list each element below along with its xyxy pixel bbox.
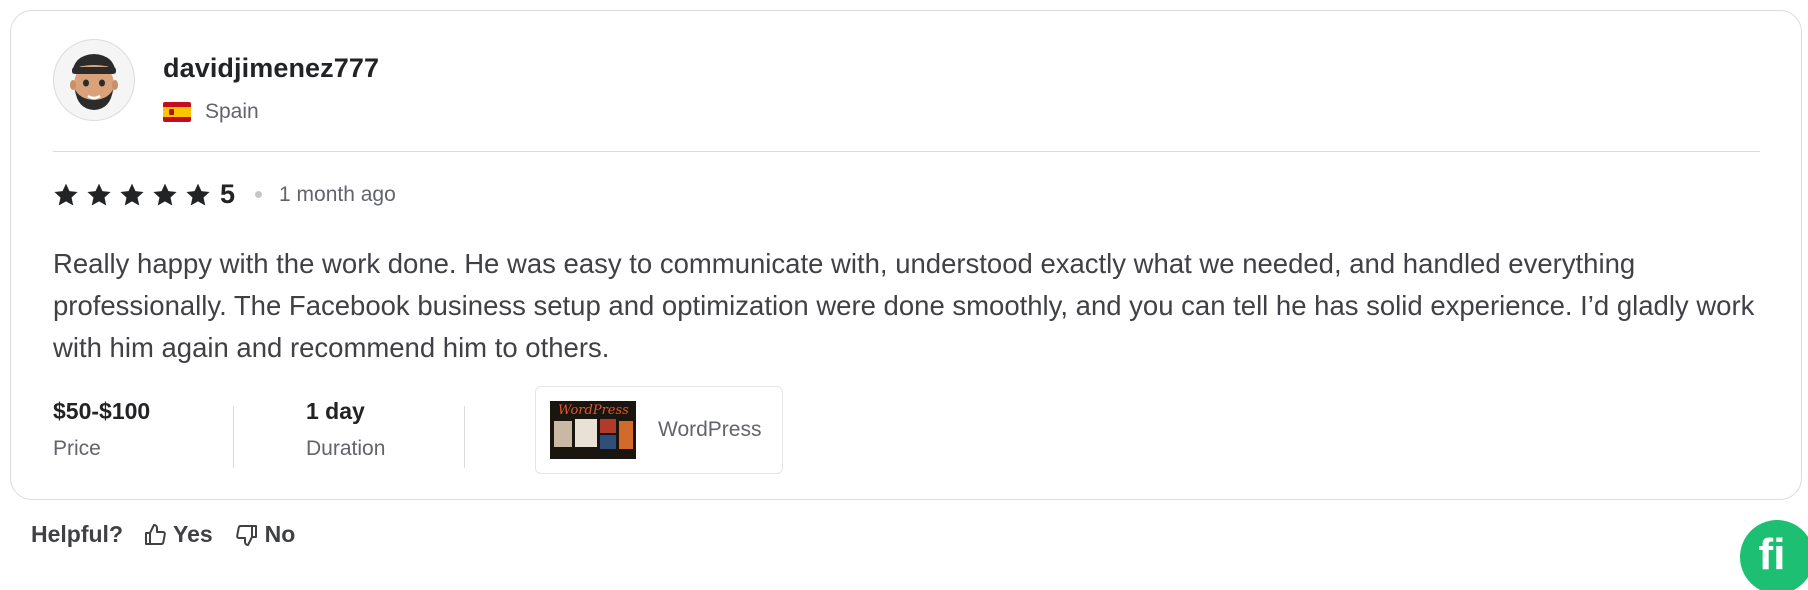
helpful-label: Helpful? <box>31 521 123 547</box>
star-icon <box>54 183 78 206</box>
duration-label: Duration <box>306 437 386 460</box>
thumbs-up-icon <box>145 523 166 545</box>
duration-block: 1 day Duration <box>306 386 464 474</box>
star-icon <box>120 183 144 206</box>
helpful-no-label: No <box>264 521 296 547</box>
fiverr-logo-glyph: fi <box>1758 530 1786 579</box>
avatar-icon <box>70 54 118 110</box>
thumbs-down-icon <box>235 524 257 546</box>
fiverr-logo-icon[interactable]: fi <box>1740 520 1808 590</box>
avatar[interactable] <box>53 39 135 121</box>
duration-value: 1 day <box>306 398 365 424</box>
review-timestamp: 1 month ago <box>279 182 396 206</box>
meta-divider <box>233 406 234 468</box>
star-icon <box>186 183 210 206</box>
gig-thumbnail: WordPress <box>550 401 636 459</box>
spain-flag-icon <box>163 102 191 122</box>
helpful-yes-button[interactable]: Yes <box>143 521 213 548</box>
price-label: Price <box>53 437 101 460</box>
review-text: Really happy with the work done. He was … <box>53 248 1755 363</box>
separator-dot <box>255 191 263 198</box>
helpful-no-button[interactable]: No <box>235 521 296 548</box>
price-block: $50-$100 Price <box>53 386 233 474</box>
user-info: davidjimenez777 Spain <box>163 39 379 124</box>
review-card: davidjimenez777 Spain 5 1 month ago Real… <box>10 10 1802 500</box>
price-value: $50-$100 <box>53 398 151 424</box>
country-row: Spain <box>163 100 379 124</box>
username[interactable]: davidjimenez777 <box>163 53 379 84</box>
reviewer-header: davidjimenez777 Spain <box>53 39 379 124</box>
star-icon <box>153 183 177 206</box>
country-name: Spain <box>205 100 259 123</box>
gig-thumbnail-title: WordPress <box>558 403 629 418</box>
page: davidjimenez777 Spain 5 1 month ago Real… <box>0 0 1808 590</box>
helpful-yes-label: Yes <box>173 521 213 547</box>
rating-row: 5 1 month ago <box>53 179 396 210</box>
gig-link[interactable]: WordPress WordPress <box>535 386 783 474</box>
gig-label: WordPress <box>658 418 762 441</box>
header-divider <box>53 151 1760 152</box>
rating-value: 5 <box>220 179 236 209</box>
meta-divider <box>464 406 465 468</box>
review-meta: $50-$100 Price 1 day Duration WordPress … <box>53 386 783 474</box>
star-rating <box>53 182 218 208</box>
star-icon <box>87 183 111 206</box>
helpful-row: Helpful? Yes No <box>31 521 317 548</box>
